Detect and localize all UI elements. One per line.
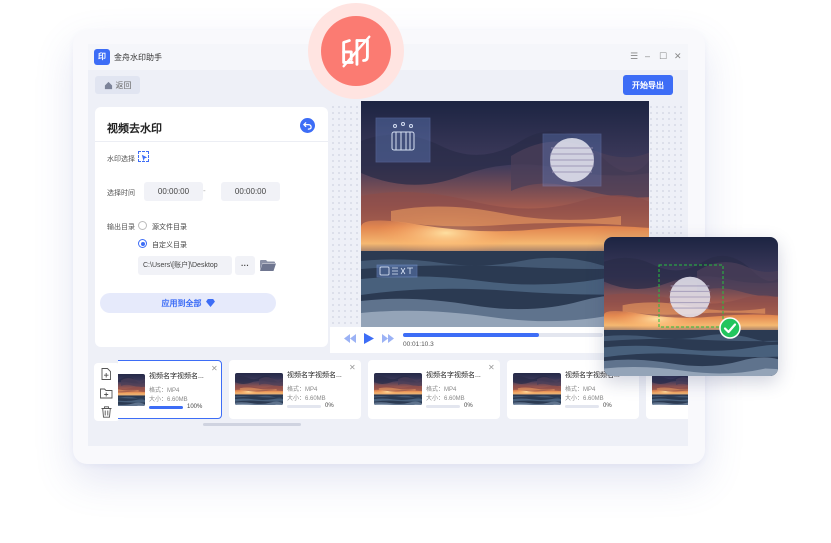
remove-file-icon[interactable]: ✕: [211, 364, 218, 373]
maximize-icon[interactable]: ☐: [659, 50, 667, 62]
file-progress: [565, 405, 599, 408]
export-button[interactable]: 开始导出: [623, 75, 673, 95]
fast-forward-icon[interactable]: [382, 334, 394, 343]
file-thumbnail: [513, 373, 561, 405]
panel-title: 视频去水印: [107, 123, 162, 135]
source-dir-label: 源文件目录: [152, 224, 187, 231]
file-thumbnail: [235, 373, 283, 405]
time-label: 选择时间: [107, 190, 135, 197]
watermark-box-bottom-left[interactable]: [376, 264, 418, 278]
file-format: 格式：MP4: [149, 388, 180, 394]
browse-more-button[interactable]: ···: [235, 256, 255, 275]
file-percent: 0%: [464, 403, 473, 409]
cursor-select-icon[interactable]: [138, 151, 149, 162]
file-name: 视频名字视频名...: [287, 372, 342, 379]
file-card[interactable]: 视频名字视频名... 格式：MP4 大小：6.60MB 0% ✕: [368, 360, 500, 419]
close-icon[interactable]: ✕: [674, 50, 682, 62]
app-logo-icon: 印: [94, 49, 110, 65]
file-card[interactable]: 视频名字视频名... 格式：MP4 大小：6.60MB 100% ✕: [118, 360, 222, 419]
apply-all-button[interactable]: 应用到全部: [100, 293, 276, 313]
file-size: 大小：6.60MB: [287, 396, 326, 402]
check-circle-icon: [719, 317, 741, 339]
menu-icon[interactable]: ☰: [630, 50, 638, 62]
end-time-input[interactable]: 00:00:00: [221, 182, 280, 201]
start-time-input[interactable]: 00:00:00: [144, 182, 203, 201]
file-thumbnail: [118, 374, 145, 406]
file-progress: [426, 405, 460, 408]
watermark-box-top-left[interactable]: [375, 117, 431, 163]
remove-file-icon[interactable]: ✕: [488, 363, 495, 372]
playback-progress[interactable]: [403, 333, 603, 337]
remove-file-icon[interactable]: ✕: [349, 363, 356, 372]
trash-icon[interactable]: [101, 406, 112, 418]
file-list: 视频名字视频名... 格式：MP4 大小：6.60MB 100% ✕ 视频名字视…: [118, 358, 688, 428]
file-format: 格式：MP4: [287, 387, 318, 393]
minimize-icon[interactable]: –: [645, 50, 650, 62]
app-window: 印 金舟水印助手 ☰ – ☐ ✕ 返回 开始导出 视频去水印 水印选择 选择时间…: [88, 44, 688, 446]
file-thumbnail: [374, 373, 422, 405]
radio-source-dir[interactable]: [138, 221, 147, 230]
output-path-input[interactable]: C:\Users\[账户]\Desktop: [138, 256, 232, 275]
stamp-icon: [342, 35, 371, 68]
file-progress: [149, 406, 183, 409]
watermark-box-top-right[interactable]: [542, 133, 602, 187]
file-thumbnail: [652, 373, 688, 405]
stamp-badge: [308, 3, 404, 99]
play-icon[interactable]: [364, 333, 374, 344]
apply-all-label: 应用到全部: [161, 298, 202, 308]
panel-divider: [95, 141, 328, 142]
file-tools: [94, 363, 120, 421]
radio-custom-dir[interactable]: [138, 239, 147, 248]
time-separator: -: [203, 186, 206, 195]
file-name: 视频名字视频名...: [426, 372, 481, 379]
file-progress: [287, 405, 321, 408]
result-preview-card: [604, 237, 778, 376]
undo-button[interactable]: [300, 118, 315, 133]
file-name: 视频名字视频名...: [149, 373, 204, 380]
file-format: 格式：MP4: [426, 387, 457, 393]
app-title: 金舟水印助手: [114, 53, 162, 62]
file-size: 大小：6.60MB: [149, 397, 188, 403]
home-icon: [104, 81, 112, 89]
add-folder-icon[interactable]: [100, 388, 113, 399]
custom-dir-label: 自定义目录: [152, 242, 187, 249]
file-percent: 0%: [325, 403, 334, 409]
result-preview-image: [604, 237, 778, 376]
file-list-scrollbar[interactable]: [203, 423, 301, 426]
file-percent: 0%: [603, 403, 612, 409]
current-time: 00:01:10.3: [403, 341, 434, 348]
output-label: 输出目录: [107, 224, 135, 231]
playback-progress-fill: [403, 333, 539, 337]
file-size: 大小：6.60MB: [426, 396, 465, 402]
file-size: 大小：6.60MB: [565, 396, 604, 402]
back-button[interactable]: 返回: [95, 76, 140, 94]
rewind-icon[interactable]: [344, 334, 356, 343]
file-card[interactable]: 视频名字视频名... 格式：MP4 大小：6.60MB 0% ✕: [229, 360, 361, 419]
file-format: 格式：MP4: [565, 387, 596, 393]
file-percent: 100%: [187, 404, 203, 410]
undo-icon: [303, 122, 312, 130]
diamond-icon: [205, 299, 215, 307]
back-label: 返回: [115, 80, 132, 90]
folder-icon[interactable]: [260, 259, 276, 272]
add-file-icon[interactable]: [101, 368, 112, 380]
watermark-select-label: 水印选择: [107, 156, 135, 163]
